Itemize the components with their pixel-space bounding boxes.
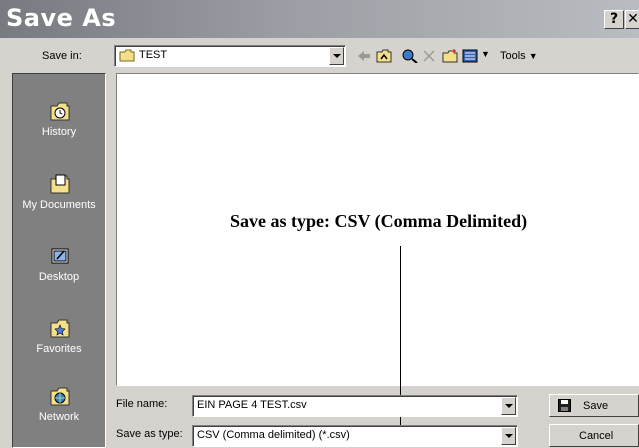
search-web-icon[interactable] [402, 49, 418, 63]
place-label: Desktop [38, 271, 80, 283]
chevron-down-icon[interactable] [329, 47, 344, 65]
floppy-disk-icon [558, 399, 571, 412]
network-icon [50, 387, 70, 406]
title-bar: Save As ? ✕ [0, 0, 639, 38]
history-icon [50, 102, 70, 121]
place-label: Network [38, 411, 80, 423]
delete-icon[interactable] [422, 49, 436, 63]
cancel-button-label: Cancel [579, 430, 614, 442]
back-icon[interactable] [356, 49, 372, 63]
save-type-value: CSV (Comma delimited) (*.csv) [197, 429, 350, 441]
tools-menu[interactable]: Tools ▼ [500, 50, 538, 62]
places-bar: History My Documents Desktop Favorites N… [12, 73, 106, 448]
place-label: My Documents [22, 199, 96, 211]
place-label: Favorites [36, 343, 82, 355]
my-documents-icon [50, 174, 70, 194]
tools-label: Tools [500, 50, 526, 62]
folder-icon [119, 49, 135, 62]
save-in-label: Save in: [42, 50, 82, 62]
save-button-label: Save [583, 400, 609, 412]
chevron-down-icon[interactable] [501, 397, 516, 415]
views-icon[interactable] [462, 49, 478, 63]
annotation-text: Save as type: CSV (Comma Delimited) [230, 211, 528, 231]
views-dropdown-icon[interactable]: ▼ [481, 49, 490, 59]
place-label: History [41, 126, 77, 138]
new-folder-icon[interactable] [442, 49, 458, 63]
window-title: Save As [6, 4, 117, 32]
favorites-icon [50, 319, 70, 338]
help-button[interactable]: ? [604, 10, 624, 29]
chevron-down-icon[interactable] [501, 427, 516, 445]
up-folder-icon[interactable] [376, 49, 392, 63]
save-type-dropdown[interactable]: CSV (Comma delimited) (*.csv) [192, 425, 518, 447]
desktop-icon [51, 248, 69, 264]
cancel-button[interactable]: Cancel [549, 424, 639, 447]
file-name-value: EIN PAGE 4 TEST.csv [197, 399, 307, 411]
save-in-value: TEST [139, 49, 168, 61]
file-name-label: File name: [116, 398, 168, 410]
save-in-dropdown[interactable]: TEST [114, 45, 346, 67]
save-type-label: Save as type: [116, 428, 183, 440]
close-button[interactable]: ✕ [625, 10, 639, 29]
save-button[interactable]: Save [549, 394, 639, 417]
tools-dropdown-icon: ▼ [528, 51, 538, 61]
file-name-input[interactable]: EIN PAGE 4 TEST.csv [192, 395, 518, 417]
